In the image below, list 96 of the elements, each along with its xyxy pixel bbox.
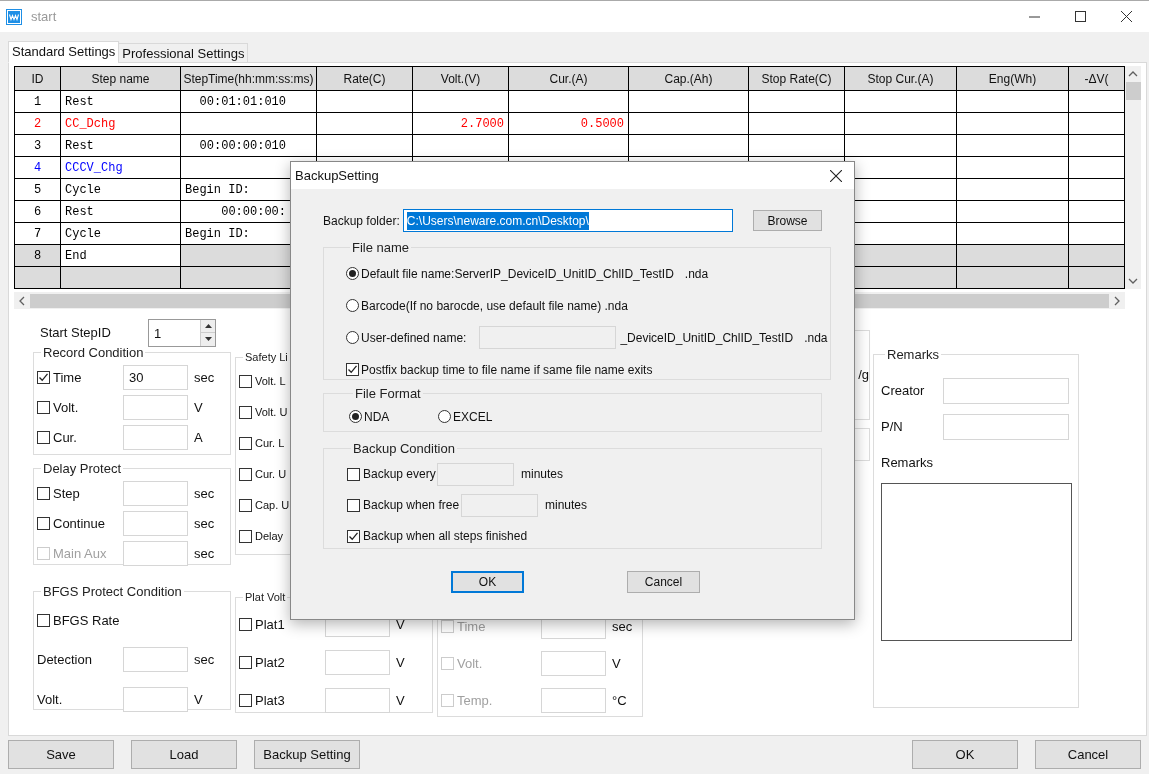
table-cell: 00:01:01:010	[181, 91, 317, 113]
table-cell: 3	[15, 135, 61, 157]
table-cell: 8	[15, 245, 61, 267]
group-title: Backup Condition	[352, 440, 456, 458]
field-label: P/N	[881, 417, 904, 436]
radio-label: Default file name:ServerIP_DeviceID_UnitID_ChlID_TestID	[361, 265, 674, 283]
column-header: Step name	[61, 67, 181, 91]
unit-label: sec	[194, 650, 215, 669]
table-cell: 0.5000	[509, 113, 629, 135]
column-header: ID	[15, 67, 61, 91]
column-header: Cur.(A)	[509, 67, 629, 91]
checkbox-label: Cur.	[53, 428, 77, 447]
table-cell: Cycle	[61, 223, 181, 245]
table-cell: 6	[15, 201, 61, 223]
checkbox-label: Backup every	[363, 466, 436, 483]
table-cell: Rest	[61, 201, 181, 223]
field-label: Volt.	[37, 690, 64, 709]
table-cell: 1	[15, 91, 61, 113]
checkbox-label: Cur. U	[255, 466, 287, 482]
checkbox-label: Plat1	[255, 615, 285, 634]
checkbox-label: Delay	[255, 528, 284, 544]
group-title: BFGS Protect Condition	[42, 583, 183, 601]
field-label: Detection	[37, 650, 93, 669]
table-cell: 2.7000	[413, 113, 509, 135]
field-label: Backup folder:	[323, 212, 401, 230]
table-cell: 2	[15, 113, 61, 135]
column-header: -ΔV(	[1069, 67, 1125, 91]
table-cell: CCCV_Chg	[61, 157, 181, 179]
radio-label: User-defined name:	[361, 329, 467, 347]
checkbox-label: BFGS Rate	[53, 611, 120, 630]
field-label: Creator	[881, 381, 926, 400]
column-header: Eng(Wh)	[957, 67, 1069, 91]
checkbox-label: Postfix backup time to file name if same file name exits	[361, 361, 653, 379]
checkbox-label: Cur. L	[255, 435, 285, 451]
extension-label: .nda	[804, 329, 828, 347]
unit-label: sec	[612, 617, 633, 636]
unit-label: minutes	[545, 497, 588, 514]
column-header: StepTime(hh:mm:ss:ms)	[181, 67, 317, 91]
radio-label: EXCEL	[453, 408, 493, 426]
checkbox-label: Backup when free	[363, 497, 460, 514]
table-cell: End	[61, 245, 181, 267]
table-cell: 5	[15, 179, 61, 201]
group-title: Record Condition	[42, 344, 145, 362]
unit-label: sec	[194, 514, 215, 533]
field-label: Remarks	[881, 453, 933, 472]
unit-label: V	[194, 690, 203, 709]
checkbox-label: Plat3	[255, 691, 285, 710]
checkbox-label: Volt.	[457, 654, 483, 673]
checkbox-label: Backup when all steps finished	[363, 528, 528, 545]
checkbox-label: Time	[53, 368, 82, 387]
table-cell: 7	[15, 223, 61, 245]
window-title: start	[31, 7, 57, 26]
checkbox-label: Step	[53, 484, 80, 503]
radio-label: NDA	[364, 408, 390, 426]
extension-label: .nda	[684, 265, 709, 283]
checkbox-label: Volt. U	[255, 404, 288, 420]
radio-label: Barcode(If no barocde, use default file name) .nda	[361, 297, 628, 315]
group-title: File name	[351, 239, 411, 257]
checkbox-label: Plat2	[255, 653, 285, 672]
checkbox-label: Continue	[53, 514, 106, 533]
unit-label: sec	[194, 368, 215, 387]
group-title: Delay Protect	[42, 460, 123, 478]
name-suffix: _DeviceID_UnitID_ChlID_TestID	[620, 329, 794, 347]
table-cell: 00:00:00:010	[181, 135, 317, 157]
unit-label: sec	[194, 484, 215, 503]
checkbox-label: Volt.	[53, 398, 79, 417]
unit-label: sec	[194, 544, 215, 563]
checkbox-label: Time	[457, 617, 486, 636]
checkbox-label: Volt. L	[255, 373, 286, 389]
unit-label: V	[194, 398, 203, 417]
table-cell: Rest	[61, 135, 181, 157]
table-cell: 4	[15, 157, 61, 179]
column-header: Stop Cur.(A)	[845, 67, 957, 91]
unit-label: V	[396, 615, 405, 634]
table-cell: Rest	[61, 91, 181, 113]
group-title: Safety Li	[244, 350, 289, 365]
column-header: Volt.(V)	[413, 67, 509, 91]
unit-label: minutes	[521, 466, 564, 483]
unit-label: A	[194, 428, 203, 447]
table-cell: Cycle	[61, 179, 181, 201]
column-header: Stop Rate(C)	[749, 67, 845, 91]
unit-label: V	[396, 691, 405, 710]
unit-label: V	[396, 653, 405, 672]
checkbox-label: Cap. U	[255, 497, 290, 513]
unit-label: V	[612, 654, 621, 673]
field-label: Start StepID	[40, 323, 112, 342]
column-header: Cap.(Ah)	[629, 67, 749, 91]
unit-label: /g	[858, 366, 869, 385]
group-title: Plat Volt	[244, 590, 287, 605]
group-title: Remarks	[886, 346, 940, 364]
group-title: File Format	[354, 385, 422, 403]
checkbox-label: Temp.	[457, 691, 493, 710]
unit-label: °C	[612, 691, 627, 710]
column-header: Rate(C)	[317, 67, 413, 91]
checkbox-label: Main Aux	[53, 544, 107, 563]
table-cell: CC_Dchg	[61, 113, 181, 135]
